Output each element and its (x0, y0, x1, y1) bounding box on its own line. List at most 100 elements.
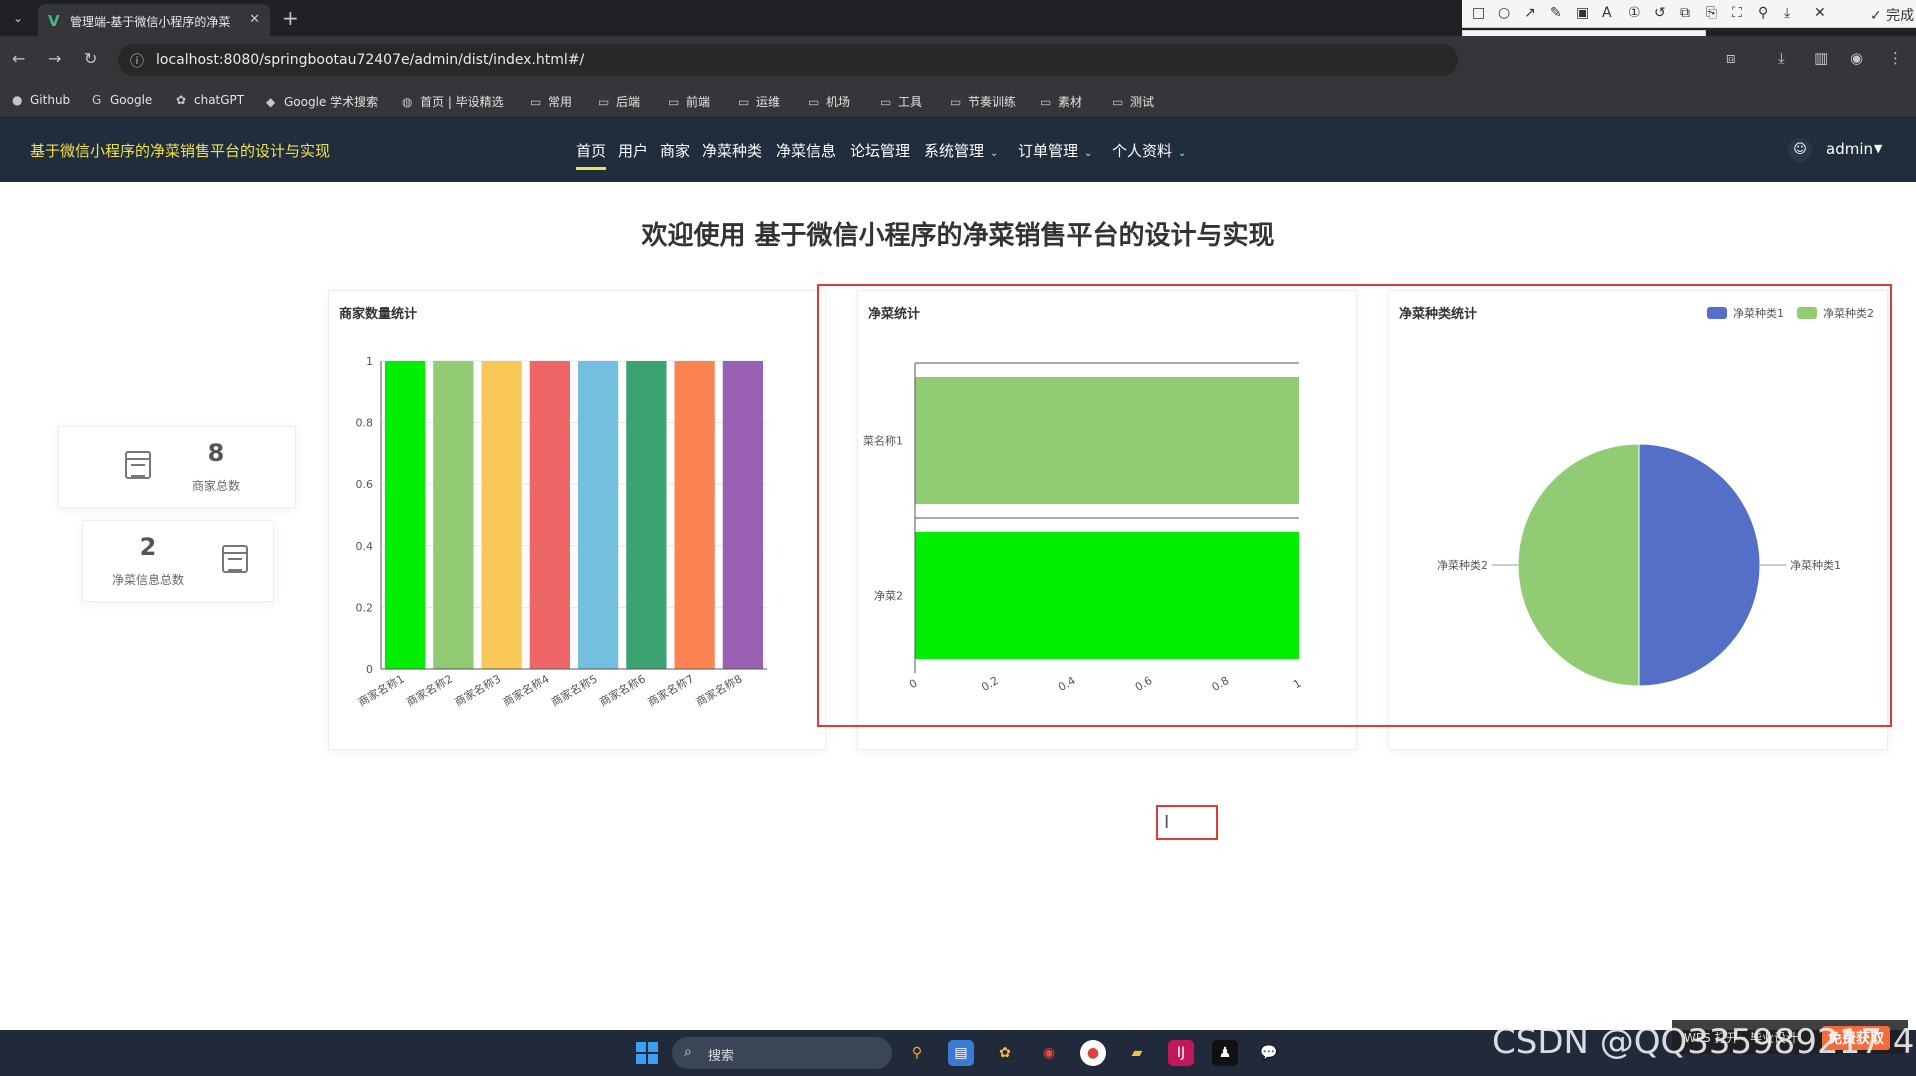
extensions-icon[interactable]: ⧈ (1726, 49, 1736, 67)
annotation-text-box[interactable]: I (1156, 805, 1218, 840)
folder-icon: ▭ (530, 95, 542, 109)
undo-icon[interactable]: ↺ (1654, 5, 1666, 21)
text-cursor-icon: I (1164, 812, 1170, 833)
forward-arrow-icon[interactable]: → (48, 49, 61, 68)
cancel-icon[interactable]: ✕ (1814, 5, 1826, 21)
side-panel-icon[interactable]: ▥ (1814, 49, 1828, 67)
ellipse-tool-icon[interactable]: ○ (1498, 5, 1510, 21)
bar (915, 377, 1299, 504)
site-icon: ◍ (402, 95, 413, 109)
arrow-tool-icon[interactable]: ↗ (1524, 5, 1536, 21)
user-dropdown-caret-icon[interactable]: ▼ (1874, 142, 1882, 155)
kebab-menu-icon[interactable]: ⋮ (1888, 49, 1903, 67)
downloads-icon[interactable]: ⤓ (1778, 49, 1785, 67)
paw-app-icon[interactable]: ✿ (992, 1040, 1018, 1066)
stat-card-merchants: 8 商家总数 (58, 426, 296, 508)
wechat-app-icon[interactable]: 💬 (1256, 1040, 1282, 1066)
bookmark-item[interactable]: ▭ 测试 (1112, 93, 1154, 110)
legend-swatch (1707, 307, 1727, 319)
bookmark-item[interactable]: ▭ 节奏训练 (950, 93, 1016, 110)
bookmark-item[interactable]: ▭ 工具 (880, 93, 922, 110)
sticky-icon[interactable]: ⚲ (1758, 5, 1768, 21)
taskbar-search[interactable]: ⌕ 搜索 (672, 1037, 892, 1069)
folder-icon: ▭ (1040, 95, 1052, 109)
back-arrow-icon[interactable]: ← (12, 49, 25, 68)
chrome-app-icon[interactable]: ● (1080, 1040, 1106, 1066)
translate-icon[interactable]: ⎘ (1706, 5, 1717, 21)
bookmark-label: 常用 (548, 95, 573, 109)
menu-item-label: 净菜信息 (776, 142, 837, 160)
done-button[interactable]: ✓ 完成 (1870, 5, 1914, 25)
legend-swatch (1797, 307, 1817, 319)
pen-tool-icon[interactable]: ✎ (1550, 5, 1562, 21)
bookmark-item[interactable]: G Google (92, 93, 152, 107)
menu-item[interactable]: 净菜信息 (776, 140, 836, 161)
search-app-icon[interactable]: ⚲ (904, 1040, 930, 1066)
menu-item[interactable]: 用户 (618, 140, 648, 161)
windows-start-icon[interactable] (636, 1042, 658, 1064)
screen-app-icon[interactable]: ▤ (948, 1040, 974, 1066)
bookmark-item[interactable]: ● Github (12, 93, 70, 107)
menu-item-label: 商家 (660, 142, 691, 160)
qq-app-icon[interactable]: ♟ (1212, 1040, 1238, 1066)
bookmark-label: 测试 (1130, 95, 1155, 109)
site-info-icon[interactable]: ⓘ (130, 51, 144, 71)
user-avatar-icon[interactable]: ☺ (1788, 138, 1812, 162)
reload-icon[interactable]: ↻ (84, 49, 97, 68)
profile-avatar-icon[interactable]: ◉ (1850, 49, 1863, 67)
menu-item[interactable]: 商家 (660, 140, 690, 161)
pin-icon[interactable]: ⧉ (1680, 5, 1690, 21)
pie-label: 净菜种类2 (1437, 558, 1488, 572)
bookmark-item[interactable]: ▭ 常用 (530, 93, 572, 110)
menu-item[interactable]: 首页 (576, 140, 607, 170)
bookmark-item[interactable]: ▭ 前端 (668, 93, 710, 110)
y-tick-label: 0.8 (356, 417, 374, 430)
new-tab-button[interactable]: + (282, 6, 299, 30)
intellij-app-icon[interactable]: IJ (1168, 1040, 1194, 1066)
bookmark-item[interactable]: ◍ 首页 | 毕设精选 (402, 93, 504, 110)
snail-app-icon[interactable]: ◉ (1036, 1040, 1062, 1066)
google-icon: G (92, 93, 102, 107)
bar (481, 361, 522, 669)
bookmark-item[interactable]: ▭ 后端 (598, 93, 640, 110)
menu-item[interactable]: 订单管理 ⌄ (1018, 140, 1092, 161)
bookmark-item[interactable]: ◆ Google 学术搜索 (266, 93, 378, 110)
file-explorer-icon[interactable]: ▰ (1124, 1040, 1150, 1066)
menu-item[interactable]: 个人资料 ⌄ (1112, 140, 1186, 161)
bookmark-label: Github (30, 93, 71, 107)
bookmark-item[interactable]: ▭ 运维 (738, 93, 780, 110)
fullscreen-icon[interactable]: ⛶ (1732, 5, 1742, 21)
bookmark-item[interactable]: ▭ 机场 (808, 93, 850, 110)
stat-label: 净菜信息总数 (111, 573, 184, 587)
stat-card-vegetables: 2 净菜信息总数 (82, 520, 274, 602)
text-tool-icon[interactable]: A (1602, 5, 1612, 21)
rectangle-tool-icon[interactable]: □ (1472, 5, 1485, 21)
vegetable-hbar-chart: 菜名称1 净菜2 0 0.2 0.4 0.6 0.8 1 (863, 362, 1304, 694)
menu-item-label: 净菜种类 (702, 142, 763, 160)
y-tick-label: 0.2 (356, 601, 374, 614)
mosaic-tool-icon[interactable]: ▣ (1576, 5, 1589, 21)
bookmark-label: 后端 (616, 95, 641, 109)
bookmark-label: 前端 (686, 95, 711, 109)
chatgpt-icon: ✿ (176, 93, 187, 107)
tab-list-chevron-icon[interactable]: ⌄ (8, 8, 28, 28)
menu-item[interactable]: 论坛管理 (850, 140, 910, 161)
url-field[interactable]: ⓘ localhost:8080/springbootau72407e/admi… (118, 44, 1458, 76)
bookmark-item[interactable]: ✿ chatGPT (176, 93, 244, 107)
menu-item[interactable]: 净菜种类 (702, 140, 762, 161)
folder-icon: ▭ (598, 95, 610, 109)
user-name[interactable]: admin (1826, 140, 1873, 158)
bookmark-item[interactable]: ▭ 素材 (1040, 93, 1082, 110)
folder-icon: ▭ (950, 95, 962, 109)
number-tool-icon[interactable]: ① (1628, 5, 1641, 21)
menu-item-label: 订单管理 (1018, 142, 1079, 160)
x-tick-label: 0.2 (979, 674, 1001, 694)
download-icon[interactable]: ⤓ (1784, 5, 1790, 21)
bookmark-label: chatGPT (194, 93, 245, 107)
x-tick-label: 0.8 (1210, 674, 1232, 694)
tab-close-icon[interactable]: ✕ (249, 12, 260, 27)
x-tick-label: 0 (907, 677, 920, 692)
menu-item[interactable]: 系统管理 ⌄ (924, 140, 998, 161)
browser-tab[interactable]: V 管理端-基于微信小程序的净菜 ✕ (38, 4, 270, 36)
bar (529, 361, 570, 669)
